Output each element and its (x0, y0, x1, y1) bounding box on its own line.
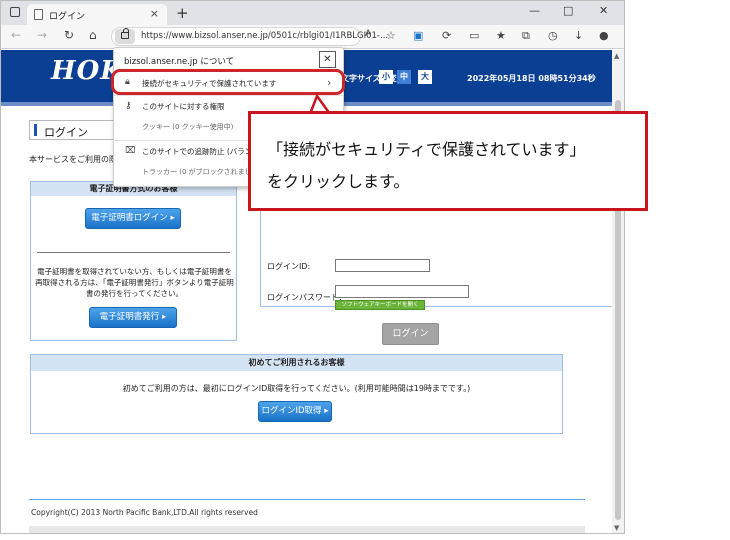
footer-links-strip (29, 526, 585, 533)
font-small-button[interactable]: 小 (379, 70, 393, 84)
history-icon[interactable]: ◷ (548, 29, 558, 42)
split-screen-icon[interactable]: ▭ (469, 29, 479, 42)
divider (37, 252, 230, 253)
login-id-input[interactable] (335, 259, 430, 272)
login-button[interactable]: ログイン (382, 323, 439, 345)
refresh-icon[interactable]: ↻ (64, 28, 74, 42)
collections-icon[interactable]: ⧉ (522, 29, 530, 43)
profile-icon[interactable]: ● (599, 29, 609, 42)
get-login-id-button[interactable]: ログインID取得 ▸ (258, 401, 332, 422)
certificate-note: 電子証明書を取得されていない方、もしくは電子証明書を再取得される方は、「電子証明… (35, 267, 234, 298)
password-label: ログインパスワード: (267, 293, 342, 302)
password-input[interactable] (335, 285, 469, 298)
permissions-label: このサイトに対する権限 (142, 102, 225, 111)
lock-icon (121, 28, 129, 39)
cookies-label: クッキー (0 クッキー使用中) (142, 123, 234, 131)
first-time-note: 初めてご利用の方は、最初にログインID取得を行ってください。(利用可能時間は19… (122, 384, 471, 393)
browser-toolbar: ← → ↻ ⌂ https://www.bizsol.anser.ne.jp/0… (1, 25, 624, 49)
read-aloud-icon[interactable]: A (365, 29, 371, 39)
login-id-label: ログインID: (267, 262, 311, 271)
url-text[interactable]: https://www.bizsol.anser.ne.jp/0501c/rbl… (141, 31, 388, 41)
key-icon: ⚷ (125, 101, 132, 111)
popup-domain: bizsol.anser.ne.jp について (124, 57, 235, 67)
page-title-box: ログイン (29, 120, 125, 140)
footer-divider (29, 499, 585, 500)
current-datetime: 2022年05月18日 08時51分34秒 (467, 74, 596, 83)
page-icon (34, 9, 43, 20)
site-info-button[interactable] (115, 28, 135, 44)
tracking-label: このサイトでの追跡防止 (バランス) (142, 147, 263, 156)
copyright: Copyright(C) 2013 North Pacific Bank,LTD… (31, 508, 258, 517)
tab-login[interactable]: ログイン × (27, 4, 167, 25)
certificate-login-panel: 電子証明書方式のお客様 電子証明書ログイン ▸ 電子証明書を取得されていない方、… (30, 181, 237, 341)
font-medium-button[interactable]: 中 (397, 70, 411, 84)
favorites-icon[interactable]: ★ (496, 29, 506, 42)
certificate-login-button[interactable]: 電子証明書ログイン ▸ (85, 208, 181, 229)
app-icon[interactable]: ⟳ (442, 29, 451, 42)
tab-actions-icon[interactable] (10, 7, 20, 17)
address-bar[interactable]: https://www.bizsol.anser.ne.jp/0501c/rbl… (111, 27, 388, 46)
font-large-button[interactable]: 大 (418, 70, 432, 84)
font-size-label: 文字サイズを変更 (341, 74, 405, 83)
close-window-icon[interactable]: ✕ (599, 4, 608, 17)
first-time-title: 初めてご利用されるお客様 (31, 355, 562, 371)
maximize-icon[interactable]: □ (563, 4, 573, 17)
download-icon[interactable]: ↓ (574, 29, 583, 42)
title-accent (34, 124, 37, 136)
title-bar: ログイン × + — □ ✕ (1, 1, 624, 25)
forward-icon[interactable]: → (37, 28, 47, 42)
intro-text: 本サービスをご利用の際は (29, 155, 125, 164)
home-icon[interactable]: ⌂ (89, 28, 97, 42)
page-title: ログイン (44, 126, 88, 139)
tracking-prevention-icon: ⌧ (125, 146, 136, 156)
first-time-panel: 初めてご利用されるお客様 初めてご利用の方は、最初にログインID取得を行ってくだ… (30, 354, 563, 434)
scroll-down-icon[interactable]: ▼ (614, 524, 619, 532)
instruction-callout: 「接続がセキュリティで保護されています」 をクリックします。 (248, 111, 648, 211)
instruction-line-1: 「接続がセキュリティで保護されています」 (267, 140, 586, 159)
popup-close-icon[interactable]: ✕ (319, 51, 336, 68)
trackers-label: トラッカー (0 がブロックされました) (142, 168, 262, 176)
scroll-up-icon[interactable]: ▲ (614, 52, 619, 60)
favorite-add-icon[interactable]: ☆ (386, 29, 396, 42)
certificate-issue-button[interactable]: 電子証明書発行 ▸ (89, 307, 177, 328)
software-keyboard-button[interactable]: ソフトウェアキーボードを開く (335, 300, 425, 310)
instruction-text: 「接続がセキュリティで保護されています」 をクリックします。 (267, 134, 586, 198)
new-tab-icon[interactable]: + (176, 4, 189, 22)
extension-icon[interactable]: ▣ (413, 29, 423, 42)
minimize-icon[interactable]: — (529, 4, 540, 17)
tab-close-icon[interactable]: × (150, 7, 159, 20)
tab-title: ログイン (49, 12, 86, 22)
instruction-line-2: をクリックします。 (267, 172, 410, 191)
back-icon[interactable]: ← (11, 28, 21, 42)
